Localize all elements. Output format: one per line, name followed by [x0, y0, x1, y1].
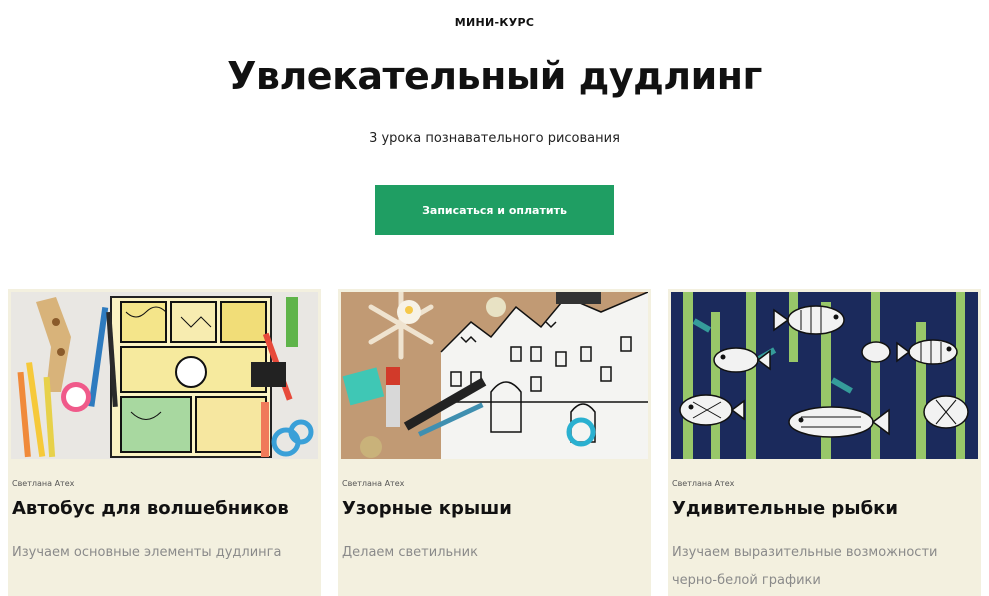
lesson-cards: Светлана Атех Автобус для волшебников Из…	[0, 289, 989, 596]
enroll-pay-button[interactable]: Записаться и оплатить	[375, 185, 614, 235]
amazing-fish-illustration	[671, 292, 978, 459]
page-subtitle: 3 урока познавательного рисования	[369, 131, 620, 146]
course-page: МИНИ-КУРС Увлекательный дудлинг 3 урока …	[0, 0, 989, 596]
lesson-card-1[interactable]: Светлана Атех Автобус для волшебников Из…	[8, 289, 321, 596]
lesson-author: Светлана Атех	[672, 479, 735, 488]
lesson-image-bus	[11, 292, 318, 459]
lesson-title: Автобус для волшебников	[12, 498, 289, 519]
doodle-bus-illustration	[11, 292, 318, 459]
lesson-card-3[interactable]: Светлана Атех Удивительные рыбки Изучаем…	[668, 289, 981, 596]
lesson-card-2[interactable]: Светлана Атех Узорные крыши Делаем свети…	[338, 289, 651, 596]
lesson-author: Светлана Атех	[342, 479, 405, 488]
lesson-image-roofs	[341, 292, 648, 459]
page-title: Увлекательный дудлинг	[227, 54, 762, 98]
lesson-description: Изучаем выразительные возможности черно-…	[672, 545, 938, 588]
lesson-description: Изучаем основные элементы дудлинга	[12, 545, 282, 560]
lesson-title: Узорные крыши	[342, 498, 512, 519]
lesson-title: Удивительные рыбки	[672, 498, 898, 519]
lesson-author: Светлана Атех	[12, 479, 75, 488]
patterned-roofs-illustration	[341, 292, 648, 459]
lesson-description: Делаем светильник	[342, 545, 478, 560]
course-type-label: МИНИ-КУРС	[454, 16, 535, 29]
lesson-image-fish	[671, 292, 978, 459]
